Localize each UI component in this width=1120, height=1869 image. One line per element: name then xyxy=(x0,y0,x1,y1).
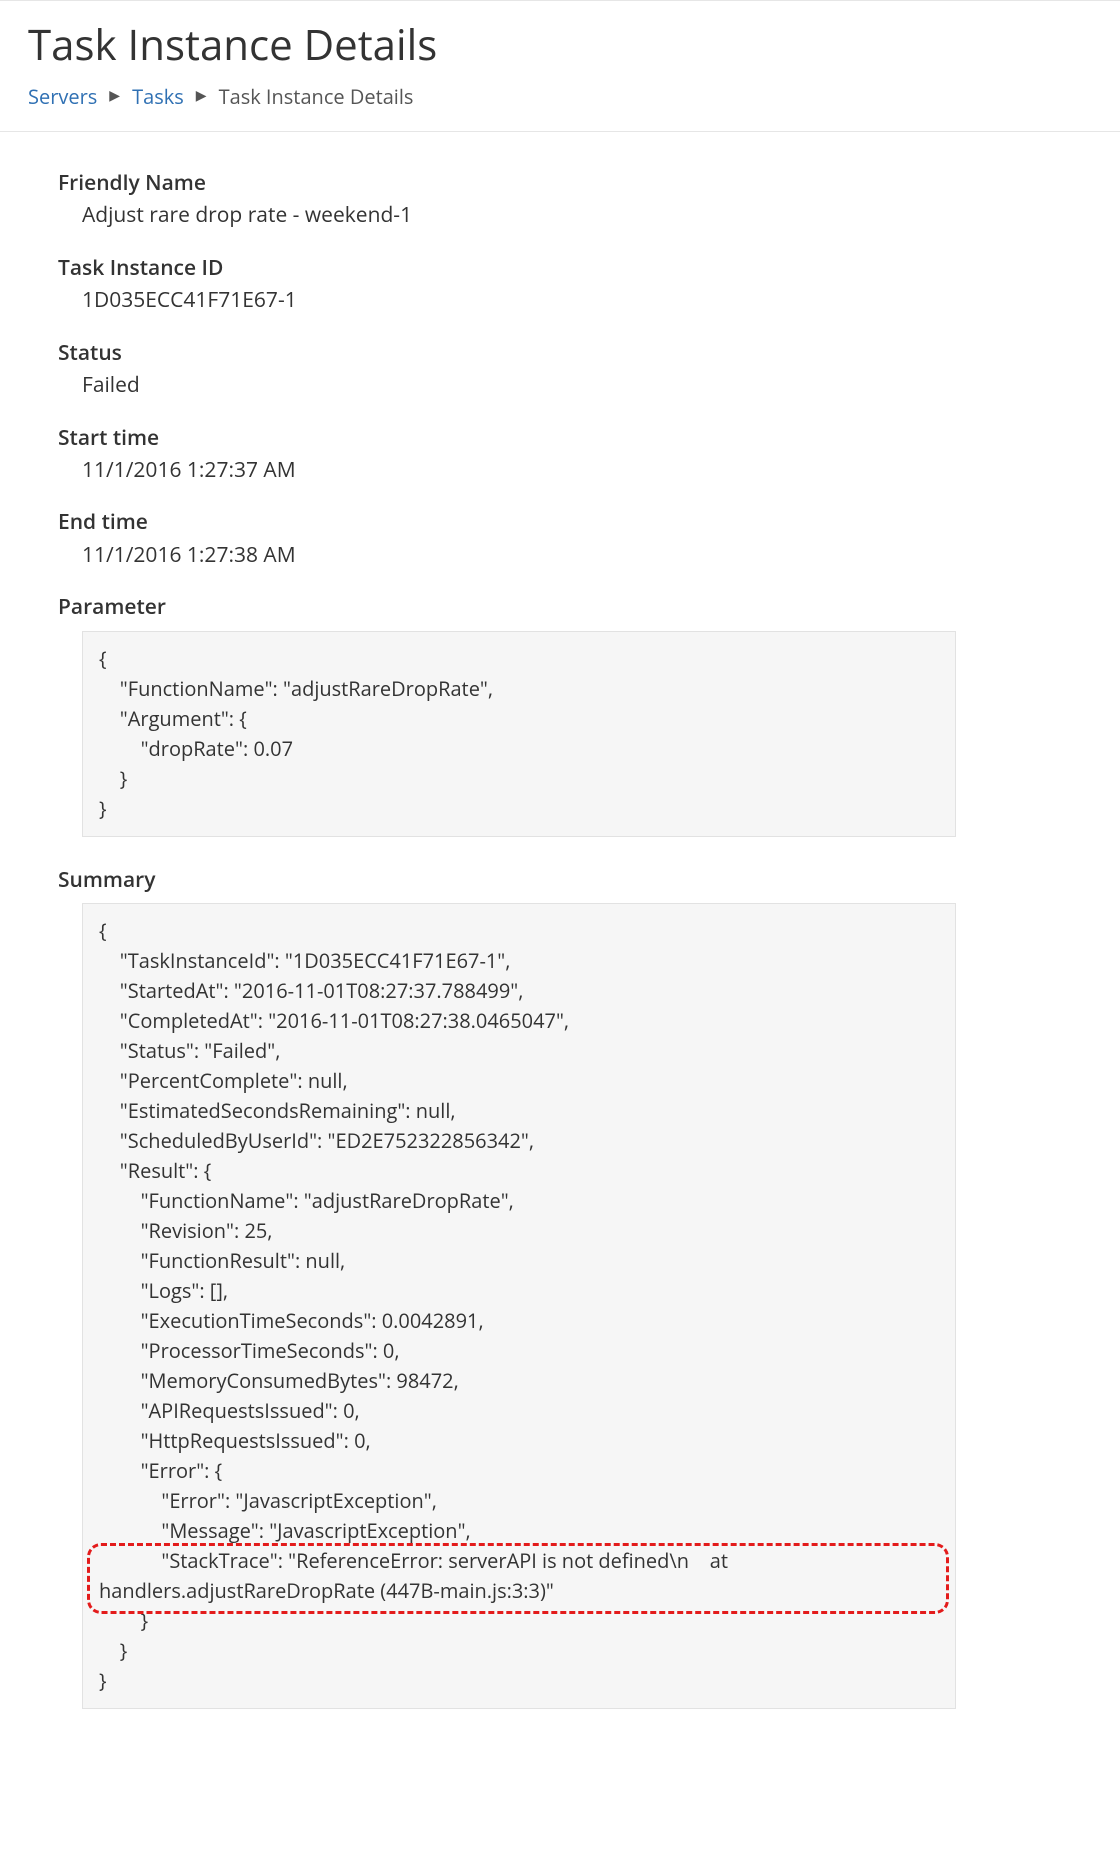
task-instance-id-value: 1D035ECC41F71E67-1 xyxy=(82,285,980,315)
field-list: Friendly Name Adjust rare drop rate - we… xyxy=(58,168,980,570)
breadcrumb: Servers ▶ Tasks ▶ Task Instance Details xyxy=(28,82,1120,111)
page-title: Task Instance Details xyxy=(28,15,1120,76)
summary-label: Summary xyxy=(58,865,980,895)
breadcrumb-link-tasks[interactable]: Tasks xyxy=(132,82,184,111)
chevron-right-icon: ▶ xyxy=(109,86,120,106)
page-header: Task Instance Details Servers ▶ Tasks ▶ … xyxy=(0,0,1120,132)
content-region: Friendly Name Adjust rare drop rate - we… xyxy=(0,132,980,1777)
end-time-value: 11/1/2016 1:27:38 AM xyxy=(82,540,980,570)
friendly-name-value: Adjust rare drop rate - weekend-1 xyxy=(82,200,980,230)
parameter-label: Parameter xyxy=(58,592,980,622)
start-time-value: 11/1/2016 1:27:37 AM xyxy=(82,455,980,485)
status-label: Status xyxy=(58,338,980,368)
summary-code: { "TaskInstanceId": "1D035ECC41F71E67-1"… xyxy=(82,903,956,1709)
parameter-code: { "FunctionName": "adjustRareDropRate", … xyxy=(82,631,956,837)
status-value: Failed xyxy=(82,370,980,400)
chevron-right-icon: ▶ xyxy=(196,86,207,106)
breadcrumb-link-servers[interactable]: Servers xyxy=(28,82,97,111)
friendly-name-label: Friendly Name xyxy=(58,168,980,198)
breadcrumb-current: Task Instance Details xyxy=(219,82,414,111)
start-time-label: Start time xyxy=(58,423,980,453)
end-time-label: End time xyxy=(58,507,980,537)
task-instance-id-label: Task Instance ID xyxy=(58,253,980,283)
